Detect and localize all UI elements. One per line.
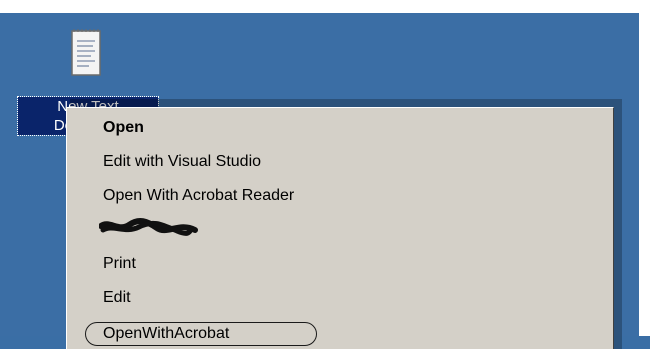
- menu-item-redacted[interactable]: [98, 218, 199, 238]
- screenshot-border-right: [639, 0, 650, 336]
- screenshot-border-top: [0, 0, 650, 13]
- highlight-circle-annotation: [85, 322, 317, 346]
- menu-item-open[interactable]: Open: [103, 118, 144, 138]
- menu-item-edit[interactable]: Edit: [103, 288, 131, 308]
- menu-item-edit-with-visual-studio[interactable]: Edit with Visual Studio: [103, 152, 261, 172]
- menu-item-print[interactable]: Print: [103, 254, 136, 274]
- text-document-icon[interactable]: [70, 28, 110, 84]
- desktop[interactable]: New Text Document Open Edit with Visual …: [0, 13, 639, 349]
- context-menu: Open Edit with Visual Studio Open With A…: [66, 107, 614, 349]
- menu-item-open-with-acrobat-reader[interactable]: Open With Acrobat Reader: [103, 186, 294, 206]
